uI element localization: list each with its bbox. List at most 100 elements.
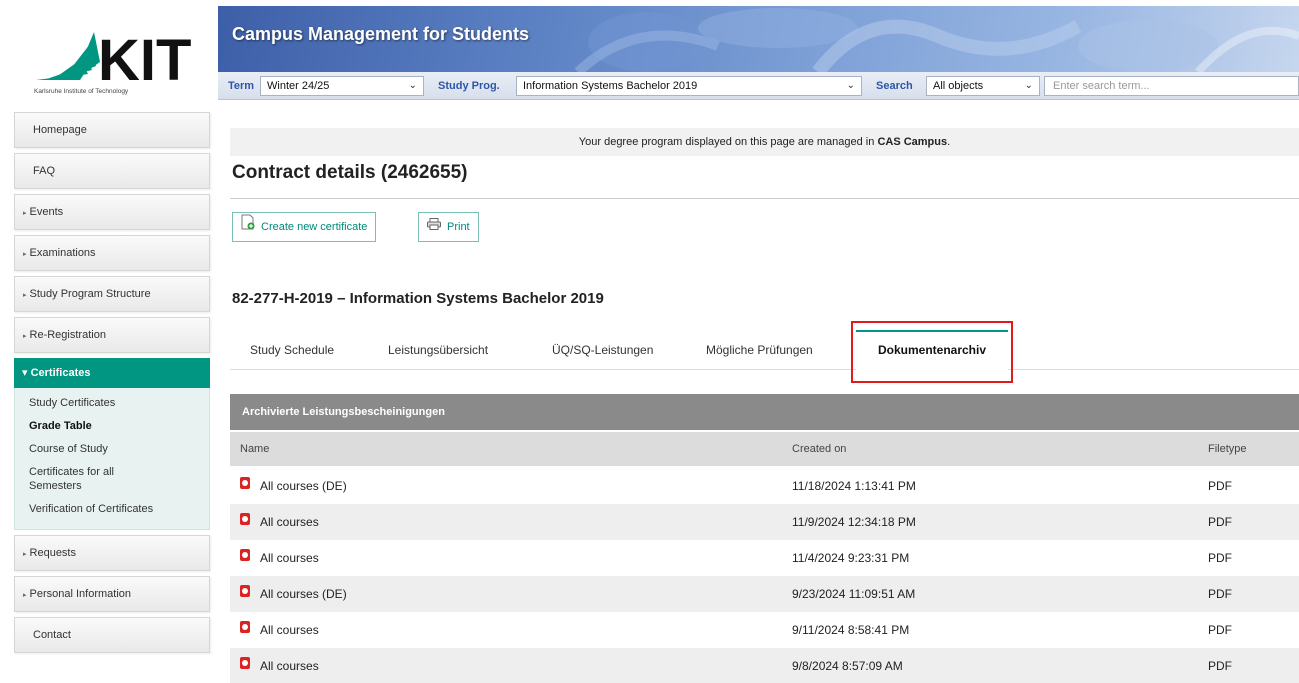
- sidebar-item-faq[interactable]: FAQ: [14, 153, 210, 189]
- caret-right-icon: ▸: [23, 333, 27, 340]
- table-row[interactable]: All courses 9/11/2024 8:58:41 PM PDF: [230, 612, 1299, 648]
- filter-bar: Term Winter 24/25 ⌄ Study Prog. Informat…: [218, 72, 1299, 100]
- banner-title: Campus Management for Students: [232, 24, 530, 44]
- term-select[interactable]: Winter 24/25 ⌄: [260, 76, 424, 96]
- search-label: Search: [876, 80, 913, 92]
- print-label: Print: [447, 221, 470, 233]
- column-header-filetype[interactable]: Filetype: [1208, 443, 1247, 455]
- row-name[interactable]: All courses: [260, 659, 319, 673]
- highlight-box: [851, 321, 1013, 383]
- search-placeholder: Enter search term...: [1053, 80, 1150, 92]
- row-filetype: PDF: [1208, 515, 1232, 529]
- caret-down-icon: ▾: [22, 367, 31, 379]
- row-created-on: 9/23/2024 11:09:51 AM: [792, 587, 916, 601]
- sidebar-subitem-course-of-study[interactable]: Course of Study: [15, 440, 209, 458]
- sidebar-item-study-program-structure[interactable]: ▸ Study Program Structure: [14, 276, 210, 312]
- caret-right-icon: ▸: [23, 251, 27, 258]
- pdf-icon: [240, 513, 250, 525]
- sidebar-item-label: Contact: [33, 629, 71, 641]
- sidebar-item-label: FAQ: [33, 165, 56, 177]
- printer-icon: [427, 213, 441, 241]
- certificates-submenu: Study Certificates Grade Table Course of…: [14, 388, 210, 530]
- sidebar-item-label: Events: [29, 206, 64, 218]
- logo-subtitle: Karlsruhe Institute of Technology: [34, 88, 129, 95]
- sidebar-item-personal-information[interactable]: ▸ Personal Information: [14, 576, 210, 612]
- caret-right-icon: ▸: [23, 292, 27, 299]
- sidebar-subitem-verification[interactable]: Verification of Certificates: [15, 500, 209, 518]
- table-row[interactable]: All courses 9/8/2024 8:57:09 AM PDF: [230, 648, 1299, 683]
- notice-text: Your degree program displayed on this pa…: [578, 136, 878, 148]
- sidebar-subitem-study-certificates[interactable]: Study Certificates: [15, 394, 209, 412]
- new-document-icon: [241, 213, 255, 241]
- tab-leistungsuebersicht[interactable]: Leistungsübersicht: [388, 330, 488, 370]
- term-label: Term: [228, 80, 255, 92]
- caret-right-icon: ▸: [23, 551, 27, 558]
- header-banner: Campus Management for Students: [218, 6, 1299, 72]
- row-filetype: PDF: [1208, 551, 1232, 565]
- create-certificate-button[interactable]: Create new certificate: [232, 212, 377, 242]
- pdf-icon: [240, 585, 250, 597]
- notice-bold: CAS Campus: [877, 136, 948, 148]
- pdf-icon: [240, 549, 250, 561]
- column-header-created-on[interactable]: Created on: [792, 443, 846, 455]
- row-name[interactable]: All courses (DE): [260, 479, 347, 493]
- row-created-on: 9/11/2024 8:58:41 PM: [792, 623, 910, 637]
- study-prog-label: Study Prog.: [438, 80, 500, 92]
- table-row[interactable]: All courses (DE) 9/23/2024 11:09:51 AM P…: [230, 576, 1299, 612]
- table-title: Archivierte Leistungsbescheinigungen: [230, 394, 1299, 430]
- row-name[interactable]: All courses: [260, 623, 319, 637]
- table-row[interactable]: All courses (DE) 11/18/2024 1:13:41 PM P…: [230, 468, 1299, 504]
- pdf-icon: [240, 621, 250, 633]
- row-name[interactable]: All courses: [260, 515, 319, 529]
- search-scope-value: All objects: [933, 80, 984, 92]
- sidebar-subitem-certificates-all-semesters[interactable]: Certificates for all Semesters: [15, 463, 165, 495]
- sidebar-item-contact[interactable]: Contact: [14, 617, 210, 653]
- sidebar-item-examinations[interactable]: ▸ Examinations: [14, 235, 210, 271]
- notice-bar: Your degree program displayed on this pa…: [230, 128, 1299, 156]
- term-value: Winter 24/25: [267, 80, 330, 92]
- tab-study-schedule[interactable]: Study Schedule: [250, 330, 334, 370]
- column-header-name[interactable]: Name: [240, 443, 269, 455]
- sidebar-subitem-grade-table[interactable]: Grade Table: [15, 417, 209, 435]
- sidebar-item-certificates[interactable]: ▾ Certificates: [14, 358, 210, 388]
- table-row[interactable]: All courses 11/9/2024 12:34:18 PM PDF: [230, 504, 1299, 540]
- row-created-on: 9/8/2024 8:57:09 AM: [792, 659, 903, 673]
- print-button[interactable]: Print: [418, 212, 479, 242]
- sidebar-item-label: Certificates: [30, 367, 91, 379]
- tab-uq-sq-leistungen[interactable]: ÜQ/SQ-Leistungen: [552, 330, 653, 370]
- sidebar-item-label: Personal Information: [29, 588, 132, 600]
- sidebar-item-homepage[interactable]: Homepage: [14, 112, 210, 148]
- divider: [230, 198, 1299, 199]
- pdf-icon: [240, 657, 250, 669]
- sidebar-item-requests[interactable]: ▸ Requests: [14, 535, 210, 571]
- row-filetype: PDF: [1208, 587, 1232, 601]
- study-prog-select[interactable]: Information Systems Bachelor 2019 ⌄: [516, 76, 862, 96]
- row-filetype: PDF: [1208, 659, 1232, 673]
- table-header-row: Name Created on Filetype: [230, 432, 1299, 466]
- row-filetype: PDF: [1208, 623, 1232, 637]
- sidebar-item-label: Requests: [29, 547, 76, 559]
- page-title: Contract details (2462655): [232, 162, 468, 183]
- sidebar-item-re-registration[interactable]: ▸ Re-Registration: [14, 317, 210, 353]
- kit-logo[interactable]: KIT Karlsruhe Institute of Technology: [14, 6, 210, 100]
- row-created-on: 11/18/2024 1:13:41 PM: [792, 479, 916, 493]
- row-filetype: PDF: [1208, 479, 1232, 493]
- sidebar-nav: Homepage FAQ ▸ Events ▸ Examinations ▸ Stud…: [14, 112, 210, 658]
- create-certificate-label: Create new certificate: [261, 221, 368, 233]
- sidebar-item-label: Examinations: [29, 247, 96, 259]
- row-name[interactable]: All courses (DE): [260, 587, 347, 601]
- study-prog-value: Information Systems Bachelor 2019: [523, 80, 698, 92]
- search-input[interactable]: Enter search term...: [1044, 76, 1299, 96]
- chevron-down-icon: ⌄: [846, 80, 855, 91]
- table-row[interactable]: All courses 11/4/2024 9:23:31 PM PDF: [230, 540, 1299, 576]
- notice-text-end: .: [947, 136, 951, 148]
- tab-moegliche-pruefungen[interactable]: Mögliche Prüfungen: [706, 330, 813, 370]
- pdf-icon: [240, 477, 250, 489]
- sidebar-item-label: Re-Registration: [29, 329, 106, 341]
- search-scope-select[interactable]: All objects ⌄: [926, 76, 1040, 96]
- chevron-down-icon: ⌄: [408, 80, 417, 91]
- kit-logo-icon: KIT: [36, 28, 191, 84]
- caret-right-icon: ▸: [23, 210, 27, 217]
- row-name[interactable]: All courses: [260, 551, 319, 565]
- sidebar-item-events[interactable]: ▸ Events: [14, 194, 210, 230]
